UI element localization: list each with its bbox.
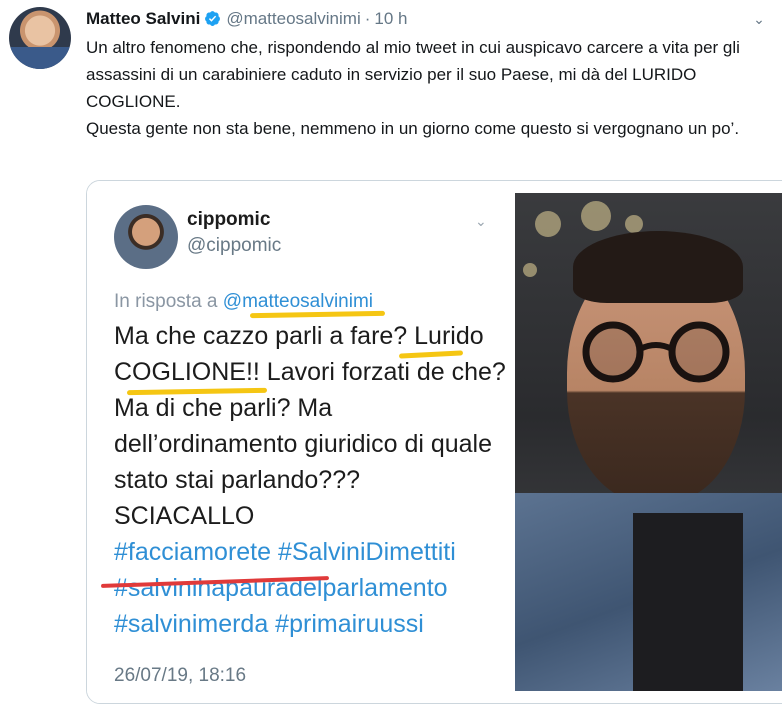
reply-prefix: In risposta a <box>114 291 223 312</box>
bokeh-light <box>625 215 643 233</box>
embedded-tweet-screenshot: cippomic @cippomic ⌄ In risposta a @matt… <box>87 181 506 703</box>
bokeh-light <box>535 211 561 237</box>
embedded-tweet-text: Ma che cazzo parli a fare? Lurido COGLIO… <box>114 318 506 642</box>
selfie-photo <box>515 193 782 691</box>
embedded-text-line: Ma di che parli? Ma <box>114 394 333 422</box>
embedded-text-line: stato stai parlando??? <box>114 466 361 494</box>
embedded-text-line: dell’ordinamento giuridico di quale <box>114 430 493 458</box>
tweet-text: Un altro fenomeno che, rispondendo al mi… <box>86 34 776 142</box>
embedded-avatar <box>114 205 178 269</box>
author-name[interactable]: Matteo Salvini <box>86 9 200 28</box>
embedded-chevron-down-icon: ⌄ <box>475 213 487 229</box>
verified-badge-icon <box>205 11 221 26</box>
embedded-author-name: cippomic <box>187 209 271 230</box>
embedded-date: 26/07/19, 18:16 <box>114 665 247 686</box>
glasses-icon <box>582 321 730 383</box>
embedded-author-handle: @cippomic <box>187 235 282 256</box>
tweet-time[interactable]: 10 h <box>374 9 407 28</box>
author-avatar[interactable] <box>9 7 71 69</box>
embedded-text-line: Ma che cazzo parli a fare? Lurido <box>114 322 484 350</box>
embedded-text-line: SCIACALLO <box>114 502 255 530</box>
tweet-text-paragraph: Questa gente non sta bene, nemmeno in un… <box>86 119 740 138</box>
reply-mention: @matteosalvinimi <box>222 291 373 312</box>
person-hair <box>573 231 743 303</box>
bokeh-light <box>523 263 537 277</box>
embedded-text-line: COGLIONE!! Lavori forzati de che? <box>114 358 506 386</box>
tweet-header: Matteo Salvini @matteosalvinimi · 10 h ⌄ <box>86 8 772 30</box>
dark-shirt <box>633 513 743 691</box>
tweet-text-paragraph: Un altro fenomeno che, rispondendo al mi… <box>86 38 740 111</box>
embedded-hashtags-line: #facciamorete #SalviniDimettiti <box>114 538 456 566</box>
chevron-down-icon[interactable]: ⌄ <box>750 8 768 30</box>
dot-separator: · <box>364 9 371 28</box>
bokeh-light <box>581 201 611 231</box>
embedded-hashtags-line: #salvinihapauradelparlamento <box>114 574 448 602</box>
embedded-reply-to: In risposta a @matteosalvinimi <box>114 291 373 313</box>
author-handle[interactable]: @matteosalvinimi <box>226 9 360 28</box>
tweet-media-image[interactable]: cippomic @cippomic ⌄ In risposta a @matt… <box>86 180 782 704</box>
embedded-hashtags-line: #salvinimerda #primairuussi <box>114 610 424 638</box>
